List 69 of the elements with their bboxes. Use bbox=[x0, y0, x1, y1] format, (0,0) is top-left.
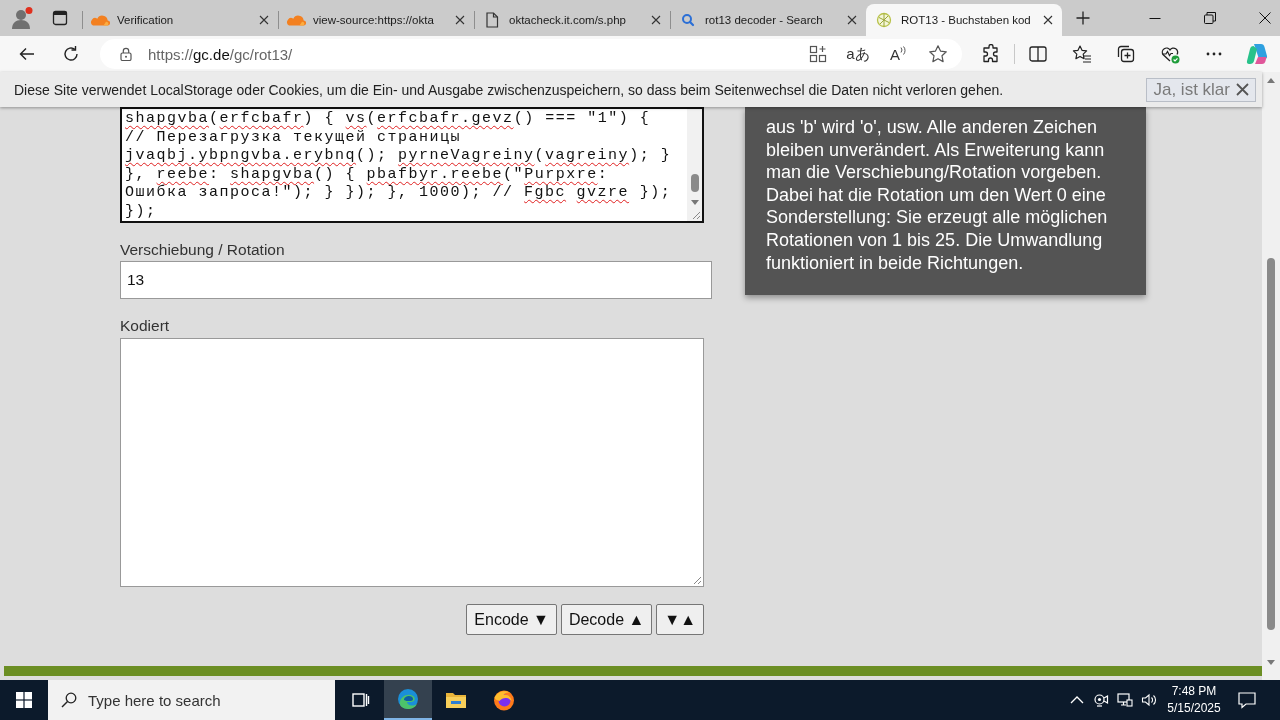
cookie-notice-text: Diese Site verwendet LocalStorage oder Cookies, um die Ein- und Ausgabe zwischenzuspeichern, so dass beim Seitenwechsel die Daten nicht verloren gehen. bbox=[14, 81, 1005, 98]
browser-tab[interactable]: Verification bbox=[82, 4, 278, 36]
puzzle-icon[interactable] bbox=[981, 44, 1001, 64]
favorites-icon[interactable] bbox=[1072, 44, 1092, 64]
four-panes-icon bbox=[16, 692, 32, 708]
avatar-icon[interactable] bbox=[10, 6, 34, 30]
volume-icon[interactable] bbox=[1141, 692, 1157, 708]
info-box: aus 'b' wird 'o', usw. Alle anderen Zeichen bleiben unverändert. Als Erweiterung kann man die Verschiebung/Rotation vorgeben. Dabei hat die Rotation um den Wert 0 eine Sonderstellung: Sie erzeugt alle möglichen Rotationen von 1 bis 25. Die Umwandlung funktioniert in beide Richtungen. bbox=[745, 107, 1146, 296]
browser-tab[interactable]: view-source:https://okta bbox=[278, 4, 474, 36]
assistant-icon[interactable] bbox=[1246, 42, 1270, 66]
close-icon[interactable] bbox=[1043, 15, 1053, 25]
action-button[interactable]: ▼▲ bbox=[656, 604, 704, 635]
lock-icon[interactable] bbox=[120, 47, 132, 61]
scrollbar-thumb[interactable] bbox=[1267, 258, 1275, 630]
scrollbar[interactable] bbox=[687, 109, 702, 221]
network-icon[interactable] bbox=[1117, 692, 1133, 708]
code-line: }, reebe: shapgvba() { pbafbyr.reebe("Purpxre: bbox=[125, 165, 610, 184]
action-button[interactable]: Encode ▼ bbox=[466, 604, 557, 635]
refresh-icon[interactable] bbox=[62, 45, 80, 63]
globe-icon bbox=[874, 12, 894, 28]
back-icon[interactable] bbox=[18, 45, 36, 63]
code-textarea[interactable] bbox=[120, 107, 704, 223]
tab-actions-icon[interactable] bbox=[52, 10, 68, 26]
scrollbar-thumb[interactable] bbox=[690, 174, 699, 192]
star-icon[interactable] bbox=[928, 44, 948, 64]
field-label: Verschiebung / Rotation bbox=[120, 241, 285, 259]
scrollbar[interactable] bbox=[1262, 72, 1280, 680]
clock-time[interactable]: 7:48 PM bbox=[1171, 683, 1217, 700]
resize-grip-icon[interactable] bbox=[690, 209, 701, 220]
close-icon[interactable] bbox=[259, 15, 269, 25]
address-bar[interactable]: https://gc.de/gc/rot13/ aあ A bbox=[100, 39, 962, 69]
browser-tab[interactable]: rot13 decoder - Search bbox=[670, 4, 866, 36]
read-aloud-button[interactable]: A bbox=[890, 45, 906, 63]
close-icon[interactable] bbox=[1259, 12, 1271, 24]
plus-icon[interactable] bbox=[1076, 11, 1090, 25]
translate-button[interactable]: aあ bbox=[846, 44, 870, 64]
notification-icon[interactable] bbox=[1237, 690, 1257, 710]
close-icon[interactable] bbox=[651, 15, 661, 25]
close-icon[interactable] bbox=[847, 15, 857, 25]
close-icon bbox=[1236, 83, 1249, 96]
code-line: Ошибка запроса!"); } }); }, 1000); // Fgbc gvzre }); bbox=[125, 184, 673, 203]
search-icon bbox=[61, 692, 77, 708]
resize-grip-icon[interactable] bbox=[691, 574, 702, 585]
code-line: }); bbox=[125, 202, 158, 221]
scroll-up-icon[interactable] bbox=[1267, 78, 1275, 83]
restore-icon[interactable] bbox=[1204, 12, 1216, 24]
collections-icon[interactable] bbox=[1116, 44, 1136, 64]
rotation-input[interactable]: 13 bbox=[120, 261, 712, 299]
field-label: Kodiert bbox=[120, 317, 170, 335]
close-icon[interactable] bbox=[455, 15, 465, 25]
search-field[interactable]: Type here to search bbox=[48, 680, 335, 720]
browser-tab[interactable]: oktacheck.it.com/s.php bbox=[474, 4, 670, 36]
split-screen-icon[interactable] bbox=[1028, 44, 1048, 64]
scroll-down-icon[interactable] bbox=[690, 200, 699, 205]
scroll-down-icon[interactable] bbox=[1267, 660, 1275, 665]
swirl-browser-icon bbox=[396, 687, 420, 711]
globe-browser-icon bbox=[492, 688, 516, 712]
heart-pulse-icon[interactable] bbox=[1160, 44, 1180, 64]
accept-button[interactable]: Ja, ist klar bbox=[1146, 77, 1256, 102]
code-line: // Перезагрузка текущей страницы bbox=[125, 128, 463, 147]
action-button[interactable]: Decode ▲ bbox=[560, 604, 653, 635]
clock-date[interactable]: 5/15/2025 bbox=[1167, 700, 1221, 717]
code-line: jvaqbj.ybpngvba.erybnq(); pyrneVagreiny(vagreiny); } bbox=[125, 147, 673, 166]
url-text[interactable]: https://gc.de/gc/rot13/ bbox=[148, 45, 293, 63]
sound-waves-icon bbox=[900, 45, 906, 56]
code-line: shapgvba(erfcbafr) { vs(erfcbafr.gevz() === "1") { bbox=[125, 110, 652, 129]
browser-tab[interactable]: ROT13 - Buchstaben kod bbox=[866, 4, 1062, 36]
camera-icon[interactable] bbox=[1093, 692, 1109, 708]
apps-icon[interactable] bbox=[809, 45, 827, 63]
